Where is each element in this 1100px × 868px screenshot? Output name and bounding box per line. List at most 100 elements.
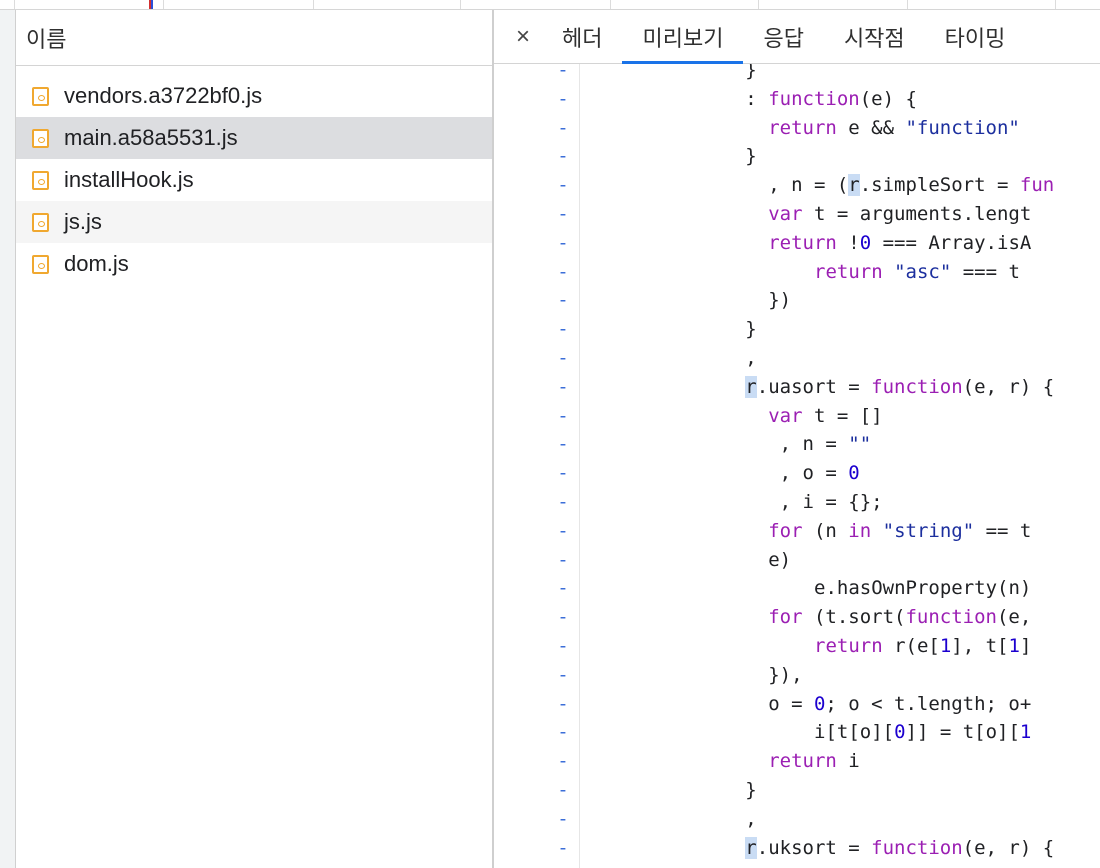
code-text: , — [745, 347, 757, 369]
request-row[interactable]: dom.js — [16, 243, 492, 285]
request-row[interactable]: vendors.a3722bf0.js — [16, 75, 492, 117]
code-line: - e) — [494, 546, 1100, 575]
request-row[interactable]: main.a58a5531.js — [16, 117, 492, 159]
js-file-icon — [32, 212, 49, 232]
gutter-marker: - — [557, 462, 569, 485]
request-detail-panel: × 헤더 미리보기 응답 시작점 타이밍 -} -: function(e) {- retu… — [494, 10, 1100, 868]
code-text: return e && "function" — [768, 116, 1020, 139]
gutter-marker: - — [557, 404, 569, 427]
code-line: - for (t.sort(function(e, — [494, 603, 1100, 632]
code-text: , — [745, 807, 757, 830]
top-toolbar-strip — [0, 0, 1100, 10]
code-text: r.uksort = function(e, r) { — [745, 836, 1055, 859]
gutter-marker: - — [556, 862, 570, 868]
code-line: - i[t[o][0]] = t[o][1 — [494, 718, 1100, 747]
close-icon[interactable]: × — [494, 10, 552, 63]
gutter-marker: - — [557, 692, 569, 715]
gutter-marker: - — [557, 174, 569, 197]
left-gutter — [0, 10, 16, 868]
code-line: - return e && "function" — [494, 114, 1100, 143]
strip-divider — [758, 0, 759, 9]
js-file-icon — [32, 128, 49, 148]
js-file-icon — [32, 170, 49, 190]
request-name: main.a58a5531.js — [64, 125, 238, 150]
code-line: - , n = "" — [494, 430, 1100, 459]
strip-divider — [907, 0, 908, 9]
code-line: -}), — [494, 661, 1100, 690]
code-text: , n = "" — [779, 433, 872, 456]
gutter-marker: - — [557, 548, 569, 571]
strip-divider — [610, 0, 611, 9]
gutter-marker: - — [557, 577, 569, 600]
code-text: }), — [768, 663, 803, 686]
gutter-marker: - — [557, 347, 569, 369]
detail-tab-bar: × 헤더 미리보기 응답 시작점 타이밍 — [494, 10, 1100, 64]
code-text: } — [745, 64, 757, 81]
js-file-icon — [32, 254, 49, 274]
code-line: - r.uksort = function(e, r) { — [494, 834, 1100, 863]
code-text: var t = arguments.lengt — [768, 203, 1032, 225]
gutter-marker: - — [557, 779, 569, 801]
request-name: dom.js — [64, 251, 129, 276]
gutter-marker: - — [557, 64, 569, 81]
gutter-marker: - — [557, 807, 569, 830]
code-text: return r(e[1], t[1] — [814, 635, 1032, 657]
strip-divider — [1055, 0, 1056, 9]
gutter-marker: - — [557, 145, 569, 168]
request-name: js.js — [64, 209, 102, 234]
code-line: - , n = (r.simpleSort = fun — [494, 171, 1100, 200]
gutter-marker: - — [557, 663, 569, 686]
request-row[interactable]: installHook.js — [16, 159, 492, 201]
code-text: } — [745, 145, 757, 168]
code-line: -}) — [494, 286, 1100, 315]
code-line: - var t = [] — [494, 402, 1100, 431]
gutter-marker: - — [557, 203, 569, 225]
gutter-marker: - — [557, 231, 569, 254]
code-text: }) — [768, 289, 792, 312]
js-file-icon — [32, 86, 49, 106]
code-text: , n = (r.simpleSort = fun — [768, 174, 1055, 197]
code-line: - , i = {}; — [494, 488, 1100, 517]
code-text: , i = {}; — [779, 491, 883, 513]
code-line: -} — [494, 64, 1100, 85]
code-line: - o = 0; o < t.length; o+ — [494, 690, 1100, 719]
name-column-header-label: 이름 — [26, 26, 67, 52]
code-line: -, — [494, 805, 1100, 834]
tab-5[interactable]: 타이밍 — [925, 10, 1026, 63]
gutter-marker: - — [557, 87, 569, 110]
code-line: - return r(e[1], t[1] — [494, 632, 1100, 661]
code-text: for (n in "string" == t — [768, 519, 1032, 542]
gutter-marker: - — [557, 260, 569, 283]
code-line: - var t = arguments.lengt — [494, 200, 1100, 229]
tab-4[interactable]: 시작점 — [824, 10, 925, 63]
code-line: - for (n in "string" == t — [494, 517, 1100, 546]
code-line: -} — [494, 315, 1100, 344]
gutter-marker: - — [557, 635, 569, 657]
code-text: e) — [768, 548, 792, 571]
request-row[interactable]: js.js — [16, 201, 492, 243]
code-text: for (t.sort(function(e, — [768, 606, 1032, 629]
name-column-header[interactable]: 이름 — [16, 10, 492, 66]
code-text: return "asc" === t — [814, 260, 1020, 283]
timeline-marker-blue — [151, 0, 153, 9]
code-line: - r.uasort = function(e, r) { — [494, 373, 1100, 402]
gutter-marker: - — [557, 433, 569, 456]
request-name-panel: 이름 vendors.a3722bf0.js main.a58a5531.js in… — [16, 10, 494, 868]
code-text: return !0 === Array.isA — [768, 231, 1032, 254]
gutter-marker: - — [557, 491, 569, 513]
tab-1[interactable]: 헤더 — [552, 10, 622, 63]
gutter-marker: - — [557, 606, 569, 629]
tab-2[interactable]: 미리보기 — [622, 10, 744, 64]
code-text: o = 0; o < t.length; o+ — [768, 692, 1032, 715]
code-text: r.uasort = function(e, r) { — [745, 375, 1055, 398]
strip-divider — [14, 0, 15, 9]
tab-3[interactable]: 응답 — [743, 10, 823, 63]
gutter-marker: - — [557, 836, 569, 859]
code-line: - return !0 === Array.isA — [494, 229, 1100, 258]
code-text: var t = [] — [768, 404, 883, 427]
gutter-marker: - — [557, 750, 569, 773]
code-line: - , o = 0 — [494, 459, 1100, 488]
code-line: - var t = {} — [494, 862, 1100, 868]
code-line: -} — [494, 776, 1100, 805]
code-text: } — [745, 318, 757, 341]
